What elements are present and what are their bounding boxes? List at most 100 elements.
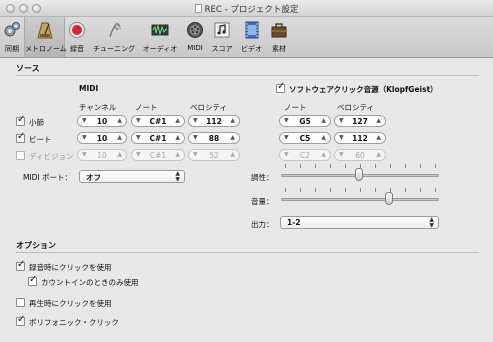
toolbar-item-video[interactable]: ビデオ <box>237 17 266 57</box>
increment-icon[interactable]: ▲ <box>376 134 381 141</box>
settings-toolbar: 同期 メトロノーム 録音 チューニング オーディオ MIDI スコア ビデオ 素… <box>0 17 493 58</box>
slider-tick <box>420 164 421 168</box>
title-bar: REC - プロジェクト設定 <box>0 0 493 17</box>
software-click-checkbox[interactable]: ✓ <box>276 81 286 93</box>
division-note-stepper[interactable]: ▼ C#1 ▲ <box>131 149 185 161</box>
increment-icon[interactable]: ▲ <box>117 117 122 124</box>
increment-icon[interactable]: ▲ <box>321 151 326 158</box>
beat-velocity-stepper[interactable]: ▼ 88 ▲ <box>188 132 240 144</box>
audio-waveform-icon <box>151 24 169 36</box>
beat-sw-note-stepper[interactable]: ▼ C5 ▲ <box>279 132 331 144</box>
midi-port-select[interactable]: オフ ▲ ▼ <box>79 170 185 183</box>
increment-icon[interactable]: ▲ <box>117 134 122 141</box>
slider-tick <box>390 164 391 168</box>
midi-port-value: オフ <box>86 173 101 182</box>
division-velocity-stepper[interactable]: ▼ 52 ▲ <box>188 149 240 161</box>
slider-tick <box>300 188 301 192</box>
beat-note-stepper[interactable]: ▼ C#1 ▲ <box>131 132 185 144</box>
bar-velocity-stepper[interactable]: ▼ 112 ▲ <box>188 115 240 127</box>
increment-icon[interactable]: ▲ <box>175 134 180 141</box>
slider-tick <box>390 188 391 192</box>
slider-tick <box>435 164 436 168</box>
score-icon <box>214 22 230 38</box>
increment-icon[interactable]: ▲ <box>117 151 122 158</box>
slider-tick <box>345 188 346 192</box>
increment-icon[interactable]: ▲ <box>321 117 326 124</box>
column-header-velocity: ベロシティ <box>190 103 228 112</box>
beat-sw-velocity-stepper[interactable]: ▼ 112 ▲ <box>334 132 386 144</box>
slider-tick <box>285 164 286 168</box>
checkmark-icon: ✓ <box>17 114 26 125</box>
division-checkbox[interactable] <box>16 151 25 160</box>
column-header-sw-velocity: ベロシティ <box>337 103 375 112</box>
slider-track <box>281 198 439 201</box>
toolbar-item-tuning[interactable]: チューニング <box>90 17 138 57</box>
slider-tick <box>405 188 406 192</box>
beat-channel-stepper[interactable]: ▼ 10 ▲ <box>77 132 127 144</box>
toolbar-item-label: オーディオ <box>142 45 178 53</box>
source-section-title: ソース <box>16 64 40 73</box>
click-while-recording-checkbox[interactable]: ✓ <box>16 259 26 271</box>
division-sw-velocity-stepper[interactable]: ▼ 60 ▲ <box>334 149 386 161</box>
increment-icon[interactable]: ▲ <box>376 117 381 124</box>
tonality-label: 調性： <box>251 173 274 182</box>
column-header-sw-note: ノート <box>284 103 307 112</box>
project-settings-window: REC - プロジェクト設定 同期 メトロノーム 録音 チューニング オーディオ… <box>0 0 493 342</box>
slider-tick <box>360 164 361 168</box>
bar-channel-stepper[interactable]: ▼ 10 ▲ <box>77 115 127 127</box>
count-in-only-checkbox[interactable]: ✓ <box>28 274 38 286</box>
tonality-slider[interactable] <box>281 164 439 184</box>
output-value: 1-2 <box>287 218 301 227</box>
increment-icon[interactable]: ▲ <box>175 117 180 124</box>
toolbar-item-score[interactable]: スコア <box>208 17 236 57</box>
bar-note-stepper[interactable]: ▼ C#1 ▲ <box>131 115 185 127</box>
tuning-fork-icon <box>109 22 122 38</box>
increment-icon[interactable]: ▲ <box>376 151 381 158</box>
toolbar-item-midi[interactable]: MIDI <box>182 17 208 57</box>
polyphonic-click-checkbox[interactable]: ✓ <box>16 314 25 326</box>
checkmark-icon: ✓ <box>277 81 286 92</box>
click-while-recording-label: 録音時にクリックを使用 <box>29 263 112 272</box>
output-select[interactable]: 1-2 ▲ ▼ <box>280 216 439 229</box>
slider-tick <box>315 188 316 192</box>
toolbar-item-assets[interactable]: 素材 <box>266 17 292 57</box>
checkmark-icon: ✓ <box>29 274 38 285</box>
slider-knob[interactable] <box>355 168 363 181</box>
options-section-title: オプション <box>16 241 56 250</box>
slider-tick <box>315 164 316 168</box>
column-header-channel: チャンネル <box>79 103 117 112</box>
slider-tick <box>375 164 376 168</box>
division-channel-stepper[interactable]: ▼ 10 ▲ <box>77 149 127 161</box>
document-icon <box>194 4 202 13</box>
assets-icon <box>271 23 287 38</box>
slider-tick <box>405 164 406 168</box>
volume-slider[interactable] <box>281 188 439 208</box>
toolbar-item-sync[interactable]: 同期 <box>0 17 24 57</box>
software-click-label: ソフトウェアクリック音源（KlopfGeist） <box>289 85 438 94</box>
bar-sw-velocity-stepper[interactable]: ▼ 127 ▲ <box>334 115 386 127</box>
toolbar-item-audio[interactable]: オーディオ <box>139 17 181 57</box>
increment-icon[interactable]: ▲ <box>230 117 235 124</box>
checkmark-icon: ✓ <box>17 259 26 270</box>
toolbar-item-record[interactable]: 録音 <box>65 17 89 57</box>
increment-icon[interactable]: ▲ <box>230 134 235 141</box>
midi-connector-icon <box>187 22 203 38</box>
bar-sw-note-stepper[interactable]: ▼ G5 ▲ <box>279 115 331 127</box>
popup-arrows-icon: ▲ ▼ <box>175 170 180 183</box>
division-sw-note-stepper[interactable]: ▼ C2 ▲ <box>279 149 331 161</box>
beat-checkbox[interactable]: ✓ <box>16 131 26 143</box>
video-icon <box>245 21 258 39</box>
toolbar-item-metronome[interactable]: メトロノーム <box>24 17 67 57</box>
bar-checkbox[interactable]: ✓ <box>16 114 26 126</box>
slider-knob[interactable] <box>385 192 393 205</box>
increment-icon[interactable]: ▲ <box>321 134 326 141</box>
output-label: 出力： <box>251 220 274 229</box>
record-icon <box>69 22 85 38</box>
toolbar-item-label: メトロノーム <box>25 45 67 53</box>
checkmark-icon: ✓ <box>17 131 26 142</box>
click-while-playing-checkbox[interactable] <box>16 298 25 307</box>
increment-icon[interactable]: ▲ <box>230 151 235 158</box>
increment-icon[interactable]: ▲ <box>175 151 180 158</box>
window-title-container: REC - プロジェクト設定 <box>0 3 493 15</box>
slider-tick <box>360 188 361 192</box>
